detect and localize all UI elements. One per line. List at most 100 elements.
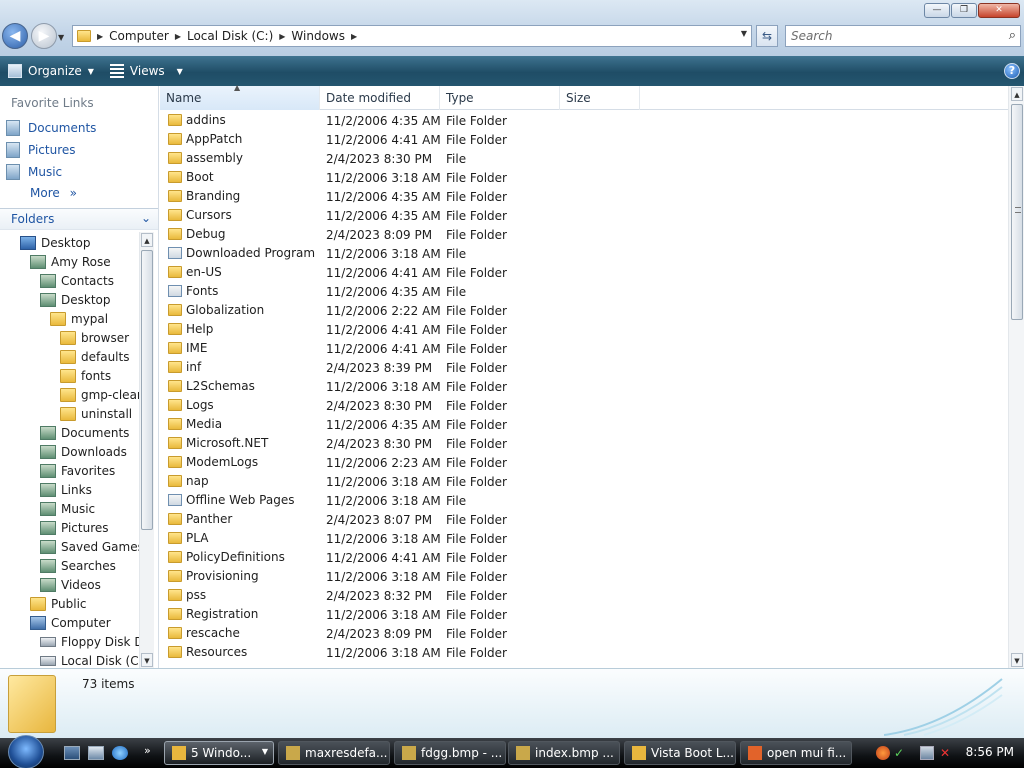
taskbar-button[interactable]: index.bmp ... bbox=[508, 741, 620, 765]
breadcrumb-windows[interactable]: Windows bbox=[291, 29, 345, 43]
chevron-right-icon[interactable]: ▶ bbox=[97, 32, 103, 41]
organize-button[interactable]: Organize ▼ bbox=[0, 58, 102, 84]
tree-item[interactable]: Desktop bbox=[20, 233, 91, 252]
file-row[interactable]: Branding 11/2/2006 4:35 AM File Folder bbox=[160, 187, 640, 206]
address-bar[interactable]: ▶ Computer ▶ Local Disk (C:) ▶ Windows ▶… bbox=[72, 25, 752, 47]
scroll-up-arrow-icon[interactable]: ▲ bbox=[1011, 87, 1023, 101]
quicklaunch-overflow-icon[interactable]: » bbox=[144, 744, 151, 757]
tree-item[interactable]: fonts bbox=[60, 366, 111, 385]
file-row[interactable]: assembly 2/4/2023 8:30 PM File bbox=[160, 149, 640, 168]
tree-item[interactable]: Desktop bbox=[40, 290, 111, 309]
tree-item[interactable]: Pictures bbox=[40, 518, 109, 537]
tree-item[interactable]: Favorites bbox=[40, 461, 115, 480]
file-row[interactable]: AppPatch 11/2/2006 4:41 AM File Folder bbox=[160, 130, 640, 149]
file-row[interactable]: Microsoft.NET 2/4/2023 8:30 PM File Folder bbox=[160, 434, 640, 453]
firefox-tray-icon[interactable] bbox=[876, 746, 890, 760]
tree-scroll-thumb[interactable] bbox=[141, 250, 153, 530]
column-header-type[interactable]: Type bbox=[440, 86, 560, 110]
views-button[interactable]: Views ▼ bbox=[102, 58, 191, 84]
taskbar-button[interactable]: 5 Windo... ▼ bbox=[164, 741, 274, 765]
help-button[interactable]: ? bbox=[1004, 63, 1020, 79]
list-scrollbar[interactable]: ▲ ▼ bbox=[1008, 86, 1024, 668]
file-row[interactable]: Boot 11/2/2006 3:18 AM File Folder bbox=[160, 168, 640, 187]
recent-pages-dropdown-icon[interactable]: ▼ bbox=[58, 33, 64, 42]
file-row[interactable]: Provisioning 11/2/2006 3:18 AM File Folder bbox=[160, 567, 640, 586]
tree-item[interactable]: Music bbox=[40, 499, 95, 518]
search-icon[interactable]: ⌕ bbox=[1009, 28, 1016, 43]
file-row[interactable]: rescache 2/4/2023 8:09 PM File Folder bbox=[160, 624, 640, 643]
start-button[interactable] bbox=[8, 735, 44, 768]
list-scroll-thumb[interactable] bbox=[1011, 104, 1023, 320]
more-favorites-link[interactable]: More » bbox=[30, 186, 77, 200]
clock[interactable]: 8:56 PM bbox=[966, 745, 1014, 759]
tree-item[interactable]: Saved Games bbox=[40, 537, 139, 556]
taskbar-button[interactable]: maxresdefa... bbox=[278, 741, 390, 765]
minimize-button[interactable]: — bbox=[924, 3, 950, 18]
chevron-right-icon[interactable]: ▶ bbox=[351, 32, 357, 41]
file-row[interactable]: L2Schemas 11/2/2006 3:18 AM File Folder bbox=[160, 377, 640, 396]
tree-item[interactable]: Public bbox=[30, 594, 87, 613]
internet-explorer-icon[interactable] bbox=[112, 746, 128, 760]
tree-item[interactable]: gmp-clearl bbox=[60, 385, 139, 404]
taskbar-button[interactable]: fdgg.bmp - ... bbox=[394, 741, 506, 765]
tree-item[interactable]: Local Disk (C:) bbox=[40, 651, 139, 668]
tree-item[interactable]: browser bbox=[60, 328, 129, 347]
maximize-button[interactable]: ❐ bbox=[951, 3, 977, 18]
file-row[interactable]: Registration 11/2/2006 3:18 AM File Folder bbox=[160, 605, 640, 624]
forward-button[interactable]: ▶ bbox=[31, 23, 57, 49]
tree-item[interactable]: mypal bbox=[50, 309, 108, 328]
favorite-music[interactable]: Music bbox=[6, 164, 62, 180]
file-row[interactable]: Help 11/2/2006 4:41 AM File Folder bbox=[160, 320, 640, 339]
search-input[interactable]: Search ⌕ bbox=[785, 25, 1021, 47]
tree-item[interactable]: Downloads bbox=[40, 442, 127, 461]
scroll-down-arrow-icon[interactable]: ▼ bbox=[1011, 653, 1023, 667]
tree-scrollbar[interactable]: ▲ ▼ bbox=[139, 232, 154, 668]
file-row[interactable]: IME 11/2/2006 4:41 AM File Folder bbox=[160, 339, 640, 358]
tree-item[interactable]: Videos bbox=[40, 575, 101, 594]
tree-item[interactable]: Contacts bbox=[40, 271, 114, 290]
volume-muted-icon[interactable]: ✕ bbox=[940, 746, 954, 760]
column-header-size[interactable]: Size bbox=[560, 86, 640, 110]
tree-item[interactable]: defaults bbox=[60, 347, 129, 366]
file-row[interactable]: Panther 2/4/2023 8:07 PM File Folder bbox=[160, 510, 640, 529]
file-row[interactable]: PLA 11/2/2006 3:18 AM File Folder bbox=[160, 529, 640, 548]
checkmark-tray-icon[interactable]: ✓ bbox=[894, 746, 908, 760]
file-row[interactable]: Debug 2/4/2023 8:09 PM File Folder bbox=[160, 225, 640, 244]
close-button[interactable]: ✕ bbox=[978, 3, 1020, 18]
show-desktop-icon[interactable] bbox=[64, 746, 80, 760]
file-row[interactable]: Offline Web Pages 11/2/2006 3:18 AM File bbox=[160, 491, 640, 510]
file-row[interactable]: Media 11/2/2006 4:35 AM File Folder bbox=[160, 415, 640, 434]
file-row[interactable]: inf 2/4/2023 8:39 PM File Folder bbox=[160, 358, 640, 377]
file-row[interactable]: nap 11/2/2006 3:18 AM File Folder bbox=[160, 472, 640, 491]
file-row[interactable]: Resources 11/2/2006 3:18 AM File Folder bbox=[160, 643, 640, 662]
switch-windows-icon[interactable] bbox=[88, 746, 104, 760]
file-row[interactable]: ModemLogs 11/2/2006 2:23 AM File Folder bbox=[160, 453, 640, 472]
favorite-documents[interactable]: Documents bbox=[6, 120, 96, 136]
file-row[interactable]: addins 11/2/2006 4:35 AM File Folder bbox=[160, 111, 640, 130]
taskbar-button[interactable]: Vista Boot L... bbox=[624, 741, 736, 765]
scroll-up-arrow-icon[interactable]: ▲ bbox=[141, 233, 153, 247]
column-header-name[interactable]: ▲ Name bbox=[160, 83, 320, 110]
column-header-date[interactable]: Date modified bbox=[320, 86, 440, 110]
favorite-pictures[interactable]: Pictures bbox=[6, 142, 76, 158]
tree-item[interactable]: Searches bbox=[40, 556, 116, 575]
tree-item[interactable]: Documents bbox=[40, 423, 129, 442]
file-row[interactable]: Downloaded Program ... 11/2/2006 3:18 AM F… bbox=[160, 244, 640, 263]
file-row[interactable]: Cursors 11/2/2006 4:35 AM File Folder bbox=[160, 206, 640, 225]
back-button[interactable]: ◀ bbox=[2, 23, 28, 49]
tree-item[interactable]: Computer bbox=[30, 613, 111, 632]
chevron-right-icon[interactable]: ▶ bbox=[175, 32, 181, 41]
tree-item[interactable]: uninstall bbox=[60, 404, 132, 423]
folders-header[interactable]: Folders ⌄ bbox=[0, 208, 158, 230]
file-row[interactable]: pss 2/4/2023 8:32 PM File Folder bbox=[160, 586, 640, 605]
tree-item[interactable]: Links bbox=[40, 480, 92, 499]
taskbar-button[interactable]: open mui fi... bbox=[740, 741, 852, 765]
address-dropdown-icon[interactable]: ▼ bbox=[741, 29, 747, 38]
file-row[interactable]: Logs 2/4/2023 8:30 PM File Folder bbox=[160, 396, 640, 415]
file-row[interactable]: Fonts 11/2/2006 4:35 AM File bbox=[160, 282, 640, 301]
scroll-down-arrow-icon[interactable]: ▼ bbox=[141, 653, 153, 667]
chevron-right-icon[interactable]: ▶ bbox=[279, 32, 285, 41]
file-row[interactable]: en-US 11/2/2006 4:41 AM File Folder bbox=[160, 263, 640, 282]
breadcrumb-local-disk[interactable]: Local Disk (C:) bbox=[187, 29, 273, 43]
file-row[interactable]: Globalization 11/2/2006 2:22 AM File Folde… bbox=[160, 301, 640, 320]
